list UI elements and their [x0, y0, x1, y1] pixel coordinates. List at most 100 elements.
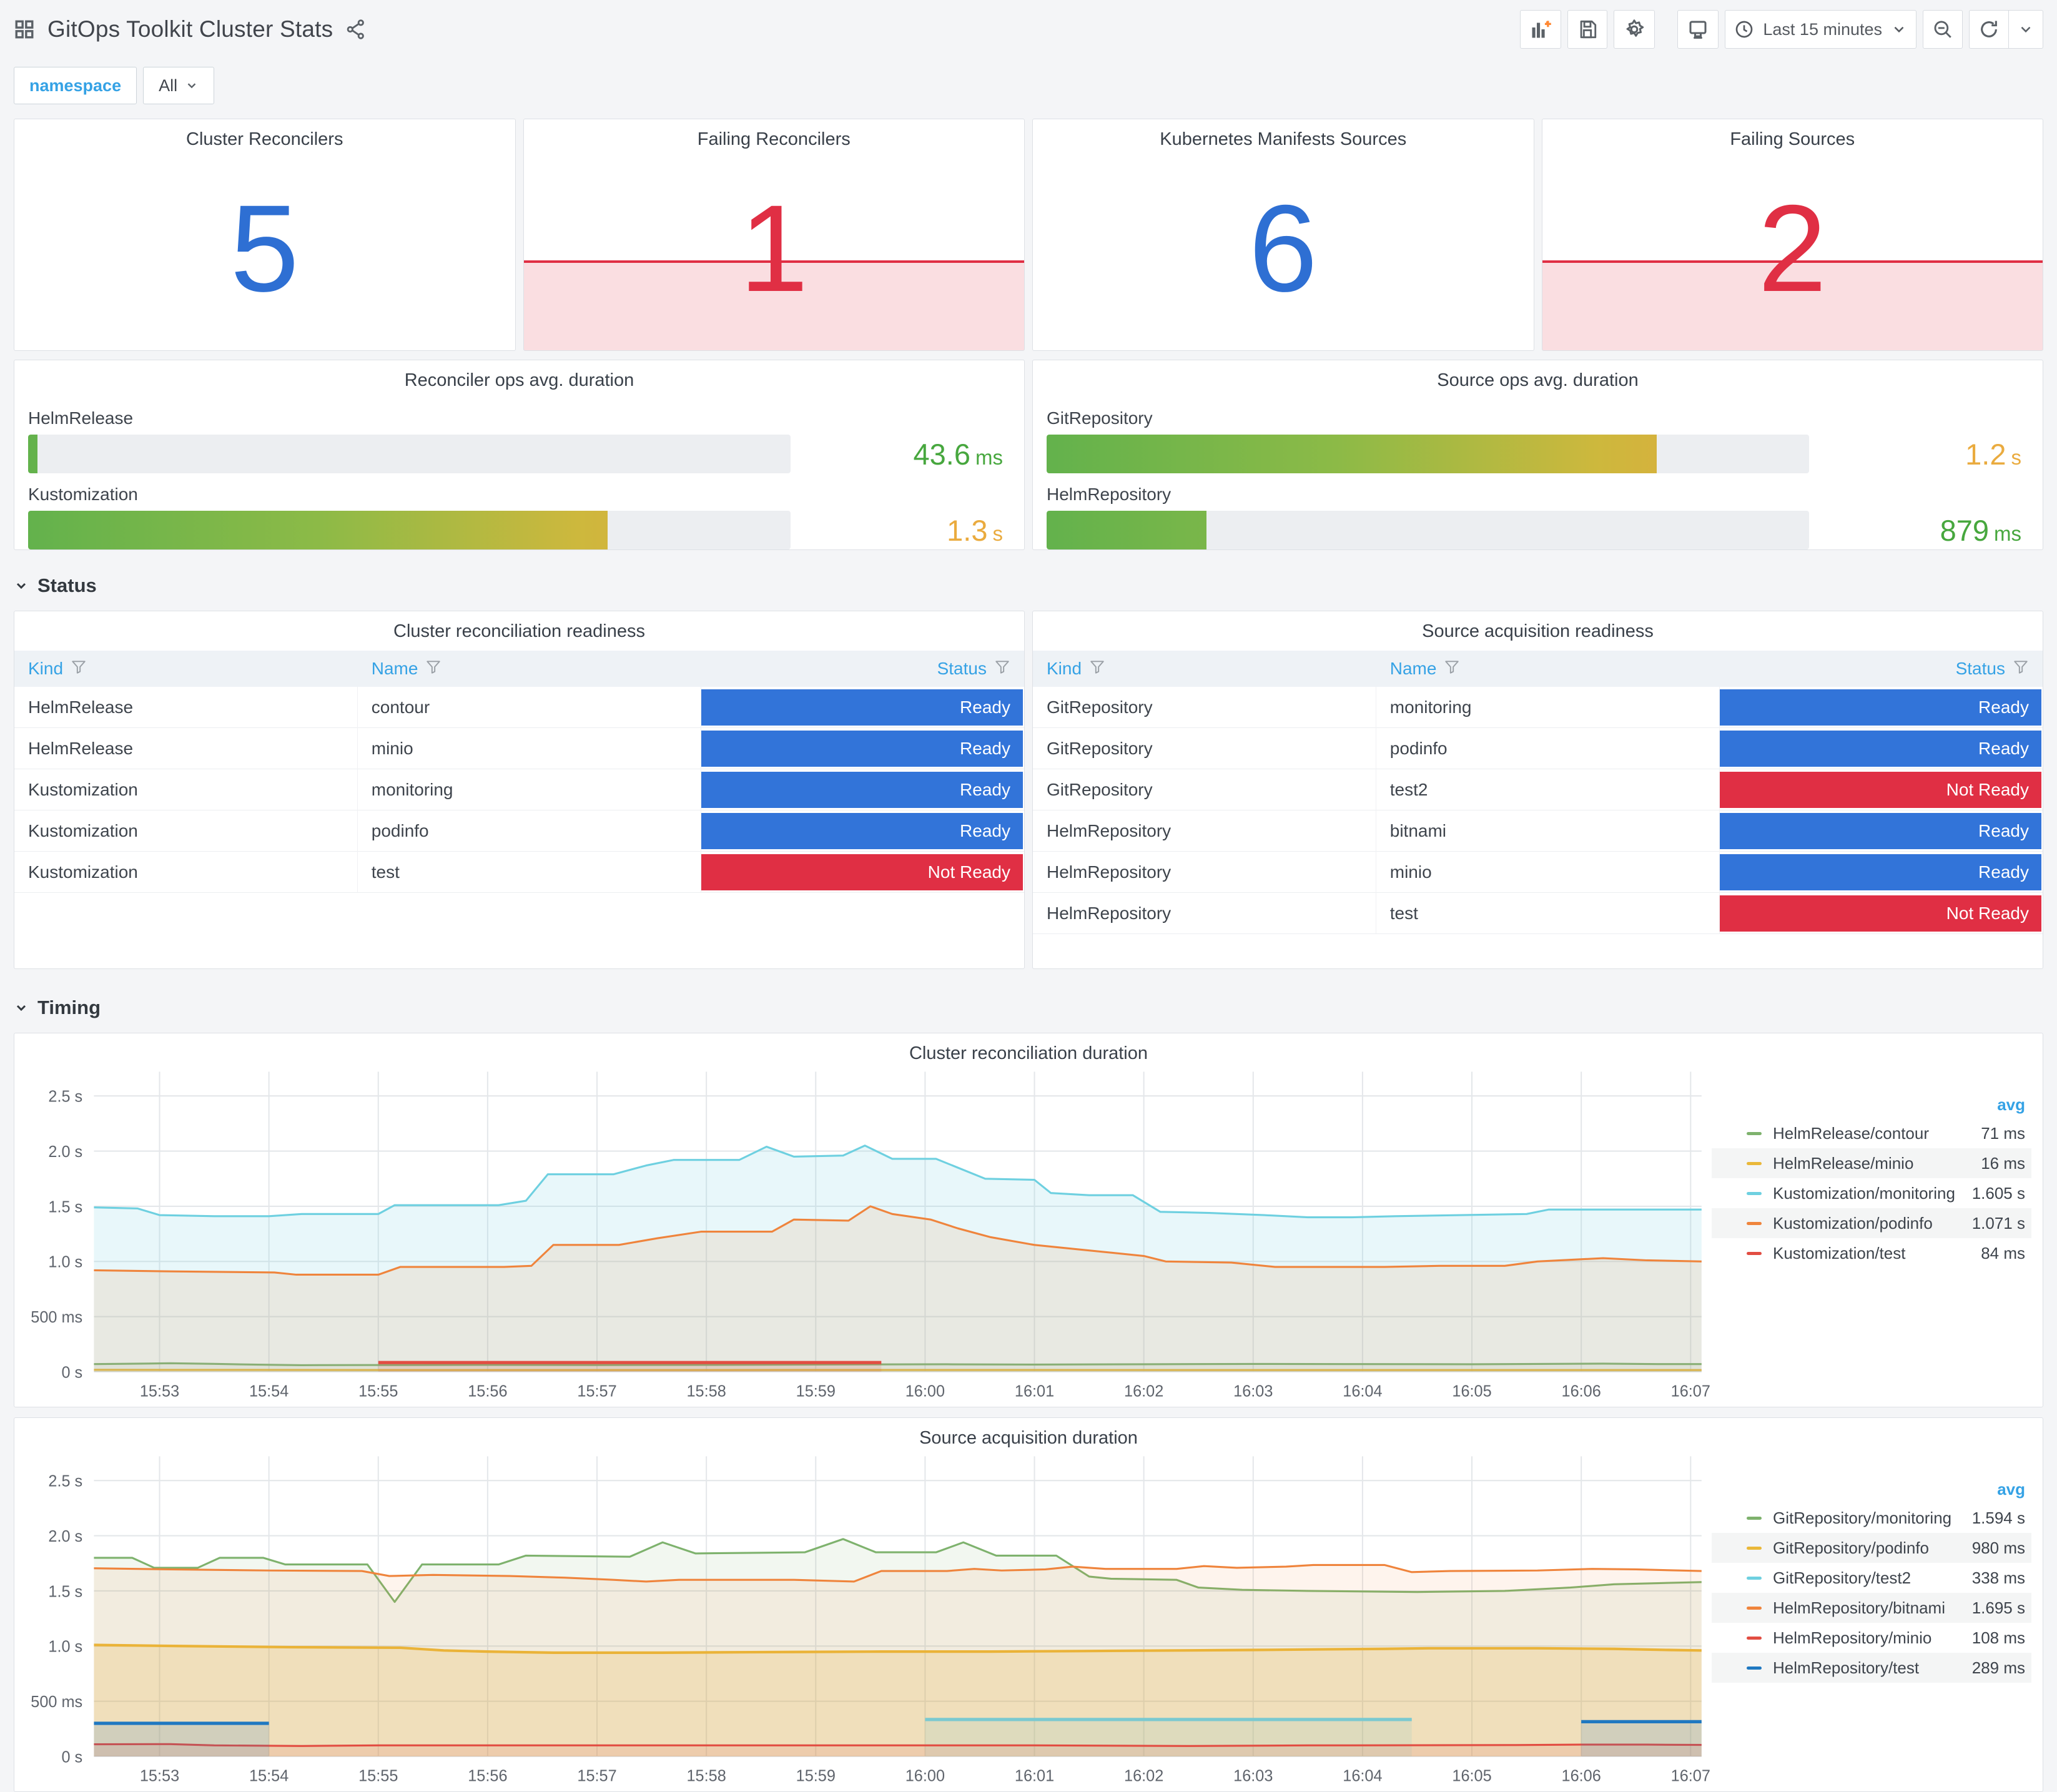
table-row: GitRepository test2 Not Ready: [1033, 769, 2043, 810]
legend-series-marker: [1747, 1131, 1762, 1135]
timing-charts-area: Cluster reconciliation duration 0 s 500 ms…: [14, 1033, 2043, 1792]
legend-series-avg: 16 ms: [1981, 1153, 2025, 1173]
status-badge: Ready: [701, 731, 1023, 767]
panel-title[interactable]: Source acquisition duration: [14, 1418, 2043, 1449]
filter-funnel-icon[interactable]: [1089, 659, 1105, 679]
panel-title[interactable]: Cluster Reconcilers: [14, 119, 515, 150]
page-title: GitOps Toolkit Cluster Stats: [47, 16, 333, 42]
chart-body: 0 s 500 ms 1.0 s 1.5 s 2.0 s 2.5 s 15:53 15:54 1…: [14, 1449, 2043, 1791]
cell-status: Not Ready: [1719, 769, 2043, 810]
table-row: Kustomization podinfo Ready: [14, 810, 1024, 852]
panel-title[interactable]: Cluster reconciliation duration: [14, 1033, 2043, 1064]
gauge-bar-track: [28, 511, 791, 549]
cell-kind: HelmRelease: [14, 728, 358, 769]
legend-item-helmrepository-minio[interactable]: HelmRepository/minio 108 ms: [1712, 1623, 2031, 1653]
legend-series-marker: [1747, 1546, 1762, 1550]
add-panel-button[interactable]: [1520, 10, 1562, 49]
panel-title[interactable]: Reconciler ops avg. duration: [14, 360, 1024, 391]
legend-series-marker: [1747, 1251, 1762, 1255]
namespace-variable-label[interactable]: namespace: [14, 67, 137, 104]
column-header-kind[interactable]: Kind: [14, 651, 358, 687]
dashboards-grid-icon[interactable]: [14, 19, 35, 40]
stat-body: 6: [1033, 150, 1534, 350]
refresh-button[interactable]: [1969, 10, 2009, 49]
legend-item-kustomization-podinfo[interactable]: Kustomization/podinfo 1.071 s: [1712, 1208, 2031, 1238]
column-header-status[interactable]: Status: [1720, 651, 2043, 687]
svg-text:15:58: 15:58: [687, 1382, 726, 1400]
legend-item-kustomization-test[interactable]: Kustomization/test 84 ms: [1712, 1238, 2031, 1268]
svg-text:15:54: 15:54: [249, 1382, 289, 1400]
legend-item-gitrepository-monitoring[interactable]: GitRepository/monitoring 1.594 s: [1712, 1503, 2031, 1533]
legend-item-gitrepository-test2[interactable]: GitRepository/test2 338 ms: [1712, 1563, 2031, 1593]
panel-title[interactable]: Failing Sources: [1542, 119, 2043, 150]
dashboard-toolbar: Last 15 minutes: [1520, 10, 2043, 49]
status-badge: Not Ready: [1719, 772, 2041, 808]
svg-text:16:04: 16:04: [1343, 1382, 1382, 1400]
variables-submenu: namespace All: [14, 65, 2043, 106]
chart-legend: avg HelmRelease/contour 71 ms HelmRelease/m…: [1712, 1066, 2036, 1403]
legend-item-kustomization-monitoring[interactable]: Kustomization/monitoring 1.605 s: [1712, 1178, 2031, 1208]
svg-text:16:06: 16:06: [1562, 1382, 1601, 1400]
panel-title[interactable]: Kubernetes Manifests Sources: [1033, 119, 1534, 150]
legend-item-gitrepository-podinfo[interactable]: GitRepository/podinfo 980 ms: [1712, 1533, 2031, 1563]
filter-funnel-icon[interactable]: [2013, 659, 2029, 679]
legend-avg-header[interactable]: avg: [1712, 1093, 2031, 1118]
dashboard-settings-button[interactable]: [1614, 10, 1655, 49]
cell-kind: GitRepository: [1033, 687, 1376, 728]
legend-item-helmrelease-minio[interactable]: HelmRelease/minio 16 ms: [1712, 1148, 2031, 1178]
svg-text:15:57: 15:57: [577, 1767, 616, 1785]
legend-series-name: GitRepository/monitoring: [1773, 1508, 1952, 1527]
legend-item-helmrelease-contour[interactable]: HelmRelease/contour 71 ms: [1712, 1118, 2031, 1148]
series-area-helmrepository-bitnami: [94, 1565, 1702, 1757]
gauge-value: 43.6 ms: [797, 437, 1003, 471]
legend-avg-header[interactable]: avg: [1712, 1477, 2031, 1503]
legend-series-name: HelmRepository/bitnami: [1773, 1598, 1945, 1617]
status-row-toggle[interactable]: Status: [14, 571, 2043, 601]
legend-series-name: HelmRelease/contour: [1773, 1123, 1930, 1143]
plot-svg: 0 s 500 ms 1.0 s 1.5 s 2.0 s 2.5 s 15:53 15:54 1…: [31, 1071, 1710, 1401]
tv-kiosk-button[interactable]: [1677, 10, 1719, 49]
legend-series-marker: [1747, 1666, 1762, 1670]
save-dashboard-button[interactable]: [1567, 10, 1608, 49]
table-row: HelmRelease minio Ready: [14, 728, 1024, 769]
panel-title[interactable]: Source ops avg. duration: [1033, 360, 2043, 391]
gauge-value-unit: ms: [1994, 521, 2021, 545]
column-header-kind[interactable]: Kind: [1033, 651, 1376, 687]
column-header-name[interactable]: Name: [1376, 651, 1720, 687]
column-header-status[interactable]: Status: [701, 651, 1024, 687]
panel-title[interactable]: Source acquisition readiness: [1033, 611, 2043, 642]
gauge-value: 879 ms: [1815, 513, 2021, 548]
time-range-picker[interactable]: Last 15 minutes: [1725, 10, 1916, 49]
legend-series-avg: 338 ms: [1971, 1568, 2025, 1587]
series-area-helmrepository-test: [1581, 1721, 1702, 1757]
gauge-bar-fill: [28, 435, 37, 473]
filter-funnel-icon[interactable]: [1444, 659, 1460, 679]
share-icon[interactable]: [345, 19, 367, 40]
refresh-interval-dropdown[interactable]: [2009, 10, 2043, 49]
table-row: HelmRepository test Not Ready: [1033, 893, 2043, 934]
status-tables-row: Cluster reconciliation readiness Kind Name…: [14, 611, 2043, 969]
filter-funnel-icon[interactable]: [425, 659, 441, 679]
timing-row-toggle[interactable]: Timing: [14, 993, 2043, 1023]
gauge-bar-track: [28, 435, 791, 473]
svg-text:16:07: 16:07: [1671, 1767, 1710, 1785]
column-header-name[interactable]: Name: [358, 651, 701, 687]
filter-funnel-icon[interactable]: [994, 659, 1010, 679]
panel-title[interactable]: Cluster reconciliation readiness: [14, 611, 1024, 642]
time-series-plot: 0 s 500 ms 1.0 s 1.5 s 2.0 s 2.5 s 15:53 15:54 1…: [18, 1066, 1712, 1403]
table-panel-cluster-reconciliation-readiness: Cluster reconciliation readiness Kind Name…: [14, 611, 1025, 969]
panel-title[interactable]: Failing Reconcilers: [524, 119, 1025, 150]
namespace-variable-value[interactable]: All: [143, 67, 215, 104]
readiness-table: Kind Name Status GitRepository monitoring Rea…: [1033, 651, 2043, 934]
legend-series-marker: [1747, 1576, 1762, 1580]
svg-text:1.5 s: 1.5 s: [48, 1198, 82, 1216]
zoom-out-time-button[interactable]: [1923, 10, 1963, 49]
legend-series-marker: [1747, 1221, 1762, 1225]
svg-text:2.0 s: 2.0 s: [48, 1528, 82, 1545]
cell-status: Ready: [1719, 728, 2043, 769]
svg-text:16:01: 16:01: [1015, 1767, 1054, 1785]
legend-item-helmrepository-test[interactable]: HelmRepository/test 289 ms: [1712, 1653, 2031, 1683]
filter-funnel-icon[interactable]: [71, 659, 87, 679]
gauge-item-helmrelease: HelmRelease 43.6 ms: [28, 408, 1003, 473]
legend-item-helmrepository-bitnami[interactable]: HelmRepository/bitnami 1.695 s: [1712, 1593, 2031, 1623]
